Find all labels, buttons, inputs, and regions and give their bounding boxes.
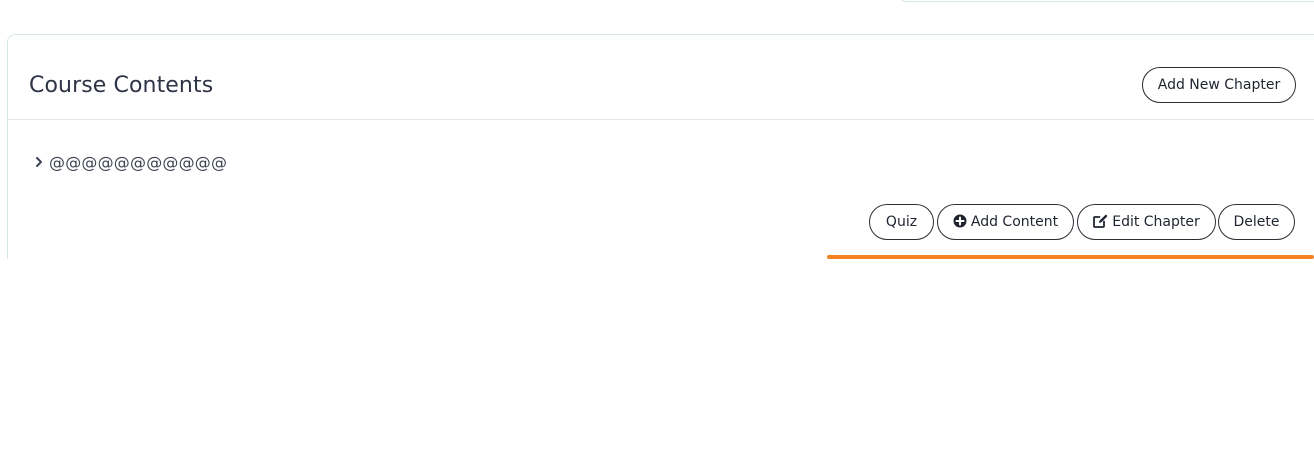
plus-circle-icon (953, 207, 967, 241)
edit-icon (1093, 207, 1108, 241)
chapter-toggle[interactable]: @@@@@@@@@@@ (34, 150, 227, 174)
edit-chapter-label: Edit Chapter (1112, 214, 1200, 230)
delete-button-label: Delete (1233, 214, 1280, 230)
card-header: Course Contents Add New Chapter (8, 35, 1314, 120)
add-new-chapter-button[interactable]: Add New Chapter (1142, 67, 1296, 103)
page-background (0, 259, 1314, 460)
add-content-button[interactable]: Add Content (937, 204, 1074, 240)
top-panel-fragment (900, 0, 1314, 2)
delete-button[interactable]: Delete (1218, 204, 1295, 240)
course-contents-card: Course Contents Add New Chapter @@@@@@@@… (7, 34, 1314, 274)
page-title: Course Contents (29, 73, 214, 98)
accent-bar (827, 255, 1314, 259)
chevron-right-icon (34, 154, 46, 170)
chapter-title: @@@@@@@@@@@ (49, 152, 228, 172)
quiz-button-label: Quiz (885, 214, 918, 230)
add-content-label: Add Content (970, 214, 1059, 230)
edit-chapter-button[interactable]: Edit Chapter (1077, 204, 1216, 240)
quiz-button[interactable]: Quiz (869, 204, 934, 240)
